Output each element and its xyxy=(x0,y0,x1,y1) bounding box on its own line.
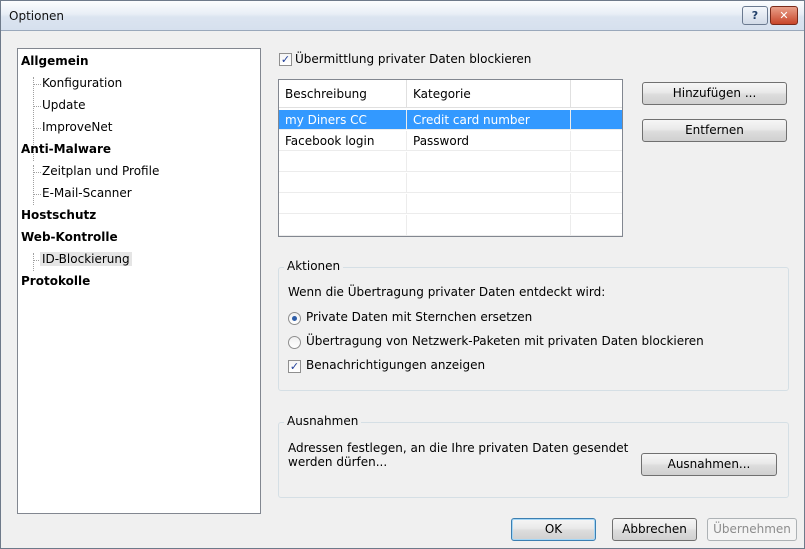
title-bar[interactable]: Optionen ? ✕ xyxy=(1,1,804,31)
tree-item-web-kontrolle[interactable]: Web-Kontrolle xyxy=(21,230,118,244)
options-dialog: Optionen ? ✕ Allgemein Konfiguration Upd… xyxy=(0,0,805,549)
tree-connector xyxy=(34,84,41,85)
radio-replace-asterisks[interactable] xyxy=(288,312,301,325)
empty-cell xyxy=(407,173,571,193)
column-header-beschreibung[interactable]: Beschreibung xyxy=(279,80,407,108)
cancel-button[interactable]: Abbrechen xyxy=(612,518,697,541)
radio-selected-dot xyxy=(292,316,297,321)
tree-connector xyxy=(34,172,41,173)
table-row-empty xyxy=(279,215,622,236)
table-row-empty xyxy=(279,194,622,214)
add-button[interactable]: Hinzufügen ... xyxy=(642,82,787,105)
private-data-table[interactable]: Beschreibung Kategorie my Diners CC Cred… xyxy=(278,79,623,237)
apply-button[interactable]: Übernehmen xyxy=(707,518,797,541)
options-tree[interactable]: Allgemein Konfiguration Update ImproveNe… xyxy=(17,48,261,514)
radio-block-label[interactable]: Übertragung von Netzwerk-Paketen mit pri… xyxy=(306,334,704,348)
column-header-kategorie[interactable]: Kategorie xyxy=(407,80,571,108)
tree-connector xyxy=(34,106,41,107)
ok-button[interactable]: OK xyxy=(511,518,596,541)
table-row-empty xyxy=(279,152,622,172)
tree-connector xyxy=(34,128,41,129)
exceptions-button[interactable]: Ausnahmen... xyxy=(641,453,777,476)
notifications-checkbox[interactable]: ✓ xyxy=(288,360,301,373)
tree-item-zeitplan[interactable]: Zeitplan und Profile xyxy=(42,164,159,178)
tree-item-anti-malware[interactable]: Anti-Malware xyxy=(21,142,111,156)
help-button[interactable]: ? xyxy=(742,6,768,25)
empty-cell xyxy=(279,173,407,193)
block-private-data-checkbox[interactable]: ✓ xyxy=(279,53,292,66)
empty-cell xyxy=(279,152,407,172)
actions-group-title: Aktionen xyxy=(284,259,344,273)
table-row[interactable]: Facebook login Password xyxy=(279,131,622,151)
remove-button[interactable]: Entfernen xyxy=(642,119,787,142)
tree-item-konfiguration[interactable]: Konfiguration xyxy=(42,76,122,90)
tree-item-id-blockierung[interactable]: ID-Blockierung xyxy=(40,252,132,266)
tree-connector xyxy=(33,165,34,205)
cell-category: Credit card number xyxy=(407,110,571,130)
tree-item-update[interactable]: Update xyxy=(42,98,85,112)
exceptions-group-title: Ausnahmen xyxy=(284,414,362,428)
table-header: Beschreibung Kategorie xyxy=(279,80,622,108)
actions-prompt: Wenn die Übertragung privater Daten entd… xyxy=(288,285,606,299)
notifications-label[interactable]: Benachrichtigungen anzeigen xyxy=(306,358,485,372)
empty-cell xyxy=(407,194,571,214)
tree-connector xyxy=(34,194,41,195)
empty-cell xyxy=(407,215,571,235)
exceptions-description-line1: Adressen festlegen, an die Ihre privaten… xyxy=(288,441,629,455)
empty-cell xyxy=(407,152,571,172)
table-row[interactable]: my Diners CC Credit card number xyxy=(279,110,622,130)
empty-cell xyxy=(279,194,407,214)
tree-item-protokolle[interactable]: Protokolle xyxy=(21,274,90,288)
tree-item-email-scanner[interactable]: E-Mail-Scanner xyxy=(42,186,132,200)
cell-description: Facebook login xyxy=(279,131,407,151)
cell-category: Password xyxy=(407,131,571,151)
table-row-empty xyxy=(279,173,622,193)
tree-item-hostschutz[interactable]: Hostschutz xyxy=(21,208,96,222)
block-private-data-label[interactable]: Übermittlung privater Daten blockieren xyxy=(295,52,531,66)
radio-block-packets[interactable] xyxy=(288,336,301,349)
cell-description: my Diners CC xyxy=(279,110,407,130)
empty-cell xyxy=(279,215,407,235)
exceptions-description-line2: werden dürfen... xyxy=(288,455,388,469)
close-icon[interactable]: ✕ xyxy=(770,6,798,25)
tree-connector xyxy=(33,253,34,271)
radio-replace-label[interactable]: Private Daten mit Sternchen ersetzen xyxy=(306,310,532,324)
window-title: Optionen xyxy=(9,9,65,23)
tree-item-allgemein[interactable]: Allgemein xyxy=(21,54,89,68)
tree-item-improvenet[interactable]: ImproveNet xyxy=(42,120,112,134)
